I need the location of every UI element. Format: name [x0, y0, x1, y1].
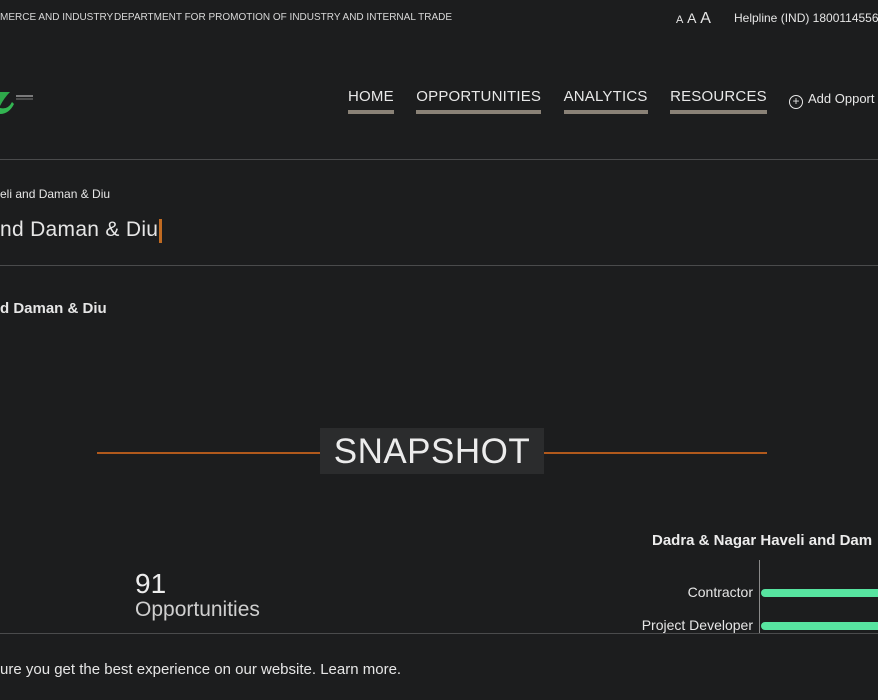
cookie-banner: ure you get the best experience on our w… — [0, 633, 878, 700]
breadcrumb: eli and Daman & Diu — [0, 187, 111, 201]
bar[interactable] — [761, 589, 878, 597]
opportunities-label: Opportunities — [135, 598, 260, 621]
bar-label: Project Developer — [641, 617, 753, 633]
section-subtitle: d Daman & Diu — [0, 300, 107, 317]
bar-label: Contractor — [687, 584, 753, 600]
plus-circle-icon: + — [789, 95, 803, 109]
add-opportunity-button[interactable]: + Add Opport — [789, 91, 875, 109]
snapshot-line-left — [97, 452, 320, 454]
nav-opportunities[interactable]: OPPORTUNITIES — [416, 88, 542, 114]
snapshot-heading: SNAPSHOT — [333, 432, 531, 471]
site-header: HOME OPPORTUNITIES ANALYTICS RESOURCES +… — [0, 36, 878, 160]
chart-title: Dadra & Nagar Haveli and Dam — [652, 532, 873, 549]
section-divider — [0, 265, 878, 266]
font-size-large-button[interactable]: A — [700, 10, 711, 28]
font-size-small-button[interactable]: A — [676, 14, 683, 26]
title-accent-bar — [159, 219, 162, 243]
nav-resources[interactable]: RESOURCES — [670, 88, 767, 114]
department-name: DEPARTMENT FOR PROMOTION OF INDUSTRY AND… — [114, 12, 453, 23]
add-opportunity-label: Add Opport — [808, 91, 875, 106]
ministry-name: MERCE AND INDUSTRY — [0, 12, 114, 23]
cookie-text[interactable]: ure you get the best experience on our w… — [0, 661, 401, 678]
opportunities-count: 91 — [135, 568, 167, 599]
top-utility-bar: MERCE AND INDUSTRY DEPARTMENT FOR PROMOT… — [0, 0, 878, 36]
helpline-text: Helpline (IND) 18001145566 — [734, 11, 878, 25]
page-title: nd Daman & Diu — [0, 218, 159, 241]
snapshot-line-right — [544, 452, 767, 454]
snapshot-heading-box: SNAPSHOT — [320, 428, 544, 474]
nav-home[interactable]: HOME — [348, 88, 394, 114]
site-logo[interactable] — [0, 84, 40, 118]
bar[interactable] — [761, 622, 878, 630]
font-size-controls: A A A — [676, 10, 712, 28]
font-size-medium-button[interactable]: A — [687, 10, 696, 26]
nav-analytics[interactable]: ANALYTICS — [563, 88, 648, 114]
chart-axis — [759, 560, 760, 640]
main-navigation: HOME OPPORTUNITIES ANALYTICS RESOURCES — [348, 88, 785, 114]
